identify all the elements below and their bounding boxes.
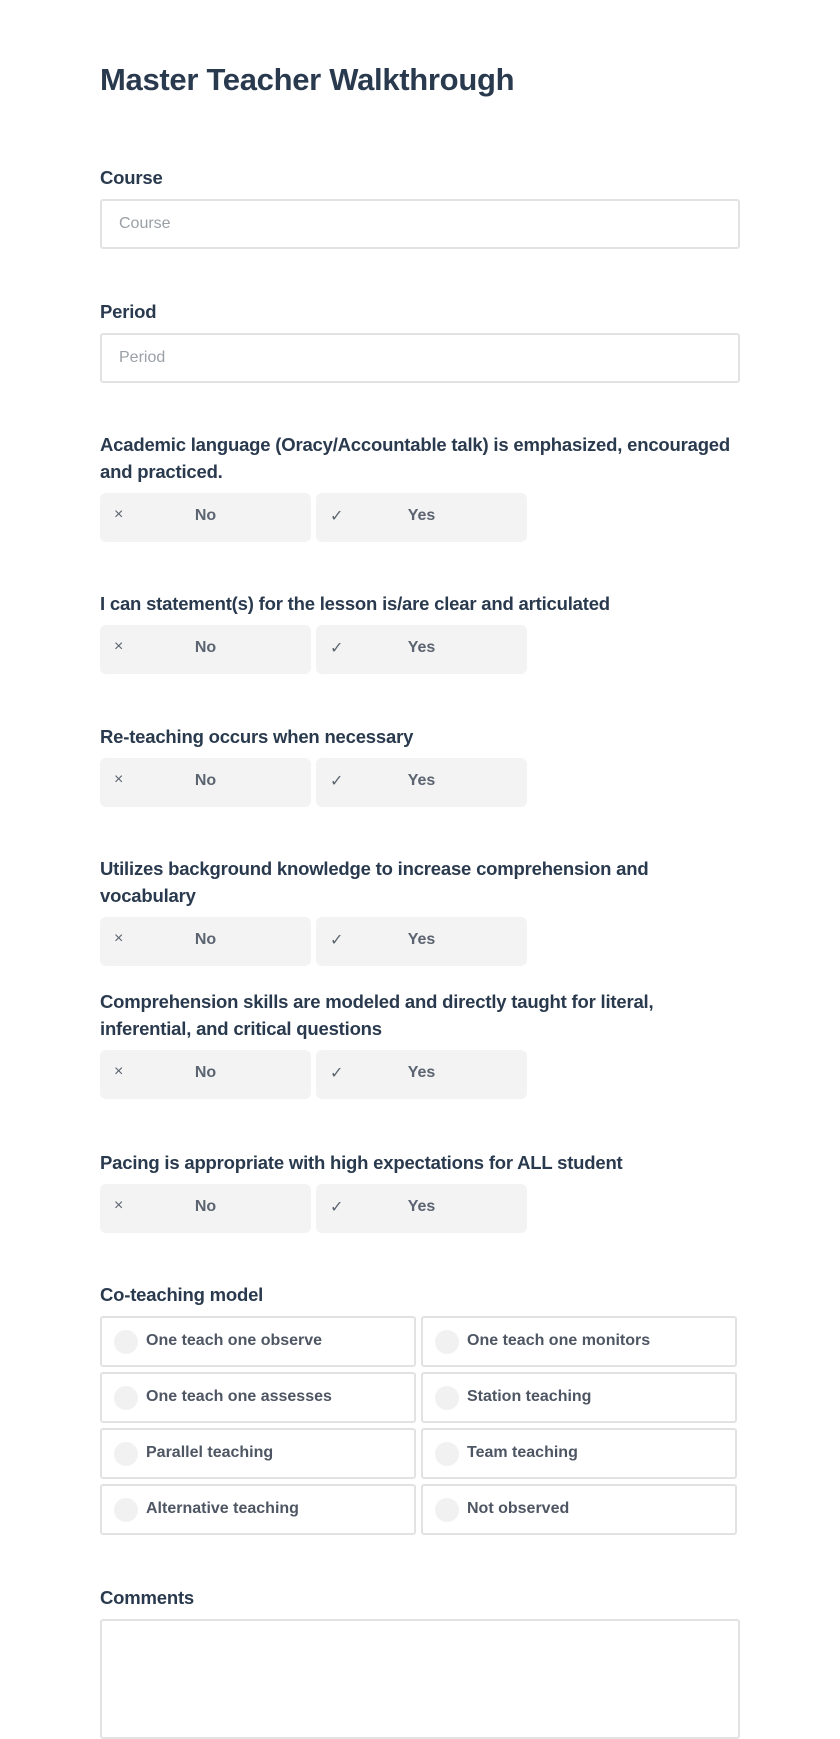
radio-label: One teach one monitors (467, 1332, 651, 1349)
coteaching-label: Co-teaching model (100, 1284, 264, 1305)
yes-label: Yes (407, 1064, 436, 1081)
question-label: Utilizes background knowledge to increas… (100, 858, 649, 906)
period-label: Period (100, 301, 157, 322)
yes-button[interactable]: ✓ Yes (316, 917, 527, 966)
radio-label: Team teaching (467, 1444, 578, 1461)
question-label: Academic language (Oracy/Accountable tal… (100, 434, 730, 482)
yes-button[interactable]: ✓ Yes (316, 758, 527, 807)
radio-label: Parallel teaching (146, 1444, 274, 1461)
coteaching-options: One teach one observe One teach one moni… (100, 1316, 740, 1535)
yes-no-group: × No ✓ Yes (100, 1184, 740, 1233)
course-input[interactable] (100, 199, 740, 249)
period-input[interactable] (100, 333, 740, 383)
radio-team-teaching[interactable]: Team teaching (421, 1428, 737, 1479)
yes-label: Yes (407, 772, 436, 789)
no-button[interactable]: × No (100, 1050, 311, 1099)
no-label: No (194, 639, 217, 656)
radio-circle-icon (435, 1330, 459, 1354)
radio-parallel-teaching[interactable]: Parallel teaching (100, 1428, 416, 1479)
radio-label: Alternative teaching (146, 1500, 299, 1517)
no-button[interactable]: × No (100, 625, 311, 674)
no-label: No (194, 507, 217, 524)
page-title: Master Teacher Walkthrough (100, 62, 515, 97)
question-label: Comprehension skills are modeled and dir… (100, 991, 654, 1039)
radio-circle-icon (114, 1330, 138, 1354)
radio-label: Station teaching (467, 1388, 592, 1405)
yes-button[interactable]: ✓ Yes (316, 1050, 527, 1099)
comments-field: Comments (100, 1584, 740, 1739)
yes-no-group: × No ✓ Yes (100, 1050, 740, 1099)
radio-circle-icon (114, 1442, 138, 1466)
coteaching-field: Co-teaching model One teach one observe … (100, 1281, 740, 1535)
question-re-teaching: Re-teaching occurs when necessary × No ✓ Y… (100, 723, 740, 807)
yes-no-group: × No ✓ Yes (100, 917, 740, 966)
question-label: Re-teaching occurs when necessary (100, 726, 414, 747)
radio-circle-icon (435, 1386, 459, 1410)
no-button[interactable]: × No (100, 917, 311, 966)
radio-circle-icon (114, 1386, 138, 1410)
course-label: Course (100, 167, 163, 188)
no-label: No (194, 1064, 217, 1081)
radio-label: One teach one assesses (146, 1388, 332, 1405)
no-label: No (194, 931, 217, 948)
yes-label: Yes (407, 507, 436, 524)
yes-label: Yes (407, 931, 436, 948)
yes-button[interactable]: ✓ Yes (316, 1184, 527, 1233)
radio-station-teaching[interactable]: Station teaching (421, 1372, 737, 1423)
question-i-can-statement: I can statement(s) for the lesson is/are… (100, 590, 740, 674)
question-background-knowledge: Utilizes background knowledge to increas… (100, 855, 740, 966)
comments-label: Comments (100, 1587, 194, 1608)
no-button[interactable]: × No (100, 1184, 311, 1233)
comments-textarea[interactable] (100, 1619, 740, 1739)
course-field: Course (100, 164, 740, 249)
no-button[interactable]: × No (100, 758, 311, 807)
question-academic-language: Academic language (Oracy/Accountable tal… (100, 431, 740, 542)
no-label: No (194, 1198, 217, 1215)
yes-button[interactable]: ✓ Yes (316, 493, 527, 542)
radio-not-observed[interactable]: Not observed (421, 1484, 737, 1535)
radio-circle-icon (114, 1498, 138, 1522)
no-label: No (194, 772, 217, 789)
radio-circle-icon (435, 1498, 459, 1522)
period-field: Period (100, 298, 740, 383)
yes-label: Yes (407, 1198, 436, 1215)
question-label: I can statement(s) for the lesson is/are… (100, 593, 610, 614)
radio-one-teach-one-assesses[interactable]: One teach one assesses (100, 1372, 416, 1423)
radio-alternative-teaching[interactable]: Alternative teaching (100, 1484, 416, 1535)
radio-one-teach-one-observe[interactable]: One teach one observe (100, 1316, 416, 1367)
question-comprehension-skills: Comprehension skills are modeled and dir… (100, 988, 740, 1099)
radio-circle-icon (435, 1442, 459, 1466)
yes-no-group: × No ✓ Yes (100, 493, 740, 542)
no-button[interactable]: × No (100, 493, 311, 542)
radio-label: Not observed (467, 1500, 570, 1517)
yes-no-group: × No ✓ Yes (100, 758, 740, 807)
radio-label: One teach one observe (146, 1332, 323, 1349)
yes-no-group: × No ✓ Yes (100, 625, 740, 674)
yes-label: Yes (407, 639, 436, 656)
yes-button[interactable]: ✓ Yes (316, 625, 527, 674)
question-label: Pacing is appropriate with high expectat… (100, 1152, 623, 1173)
question-pacing: Pacing is appropriate with high expectat… (100, 1149, 740, 1233)
radio-one-teach-one-monitors[interactable]: One teach one monitors (421, 1316, 737, 1367)
